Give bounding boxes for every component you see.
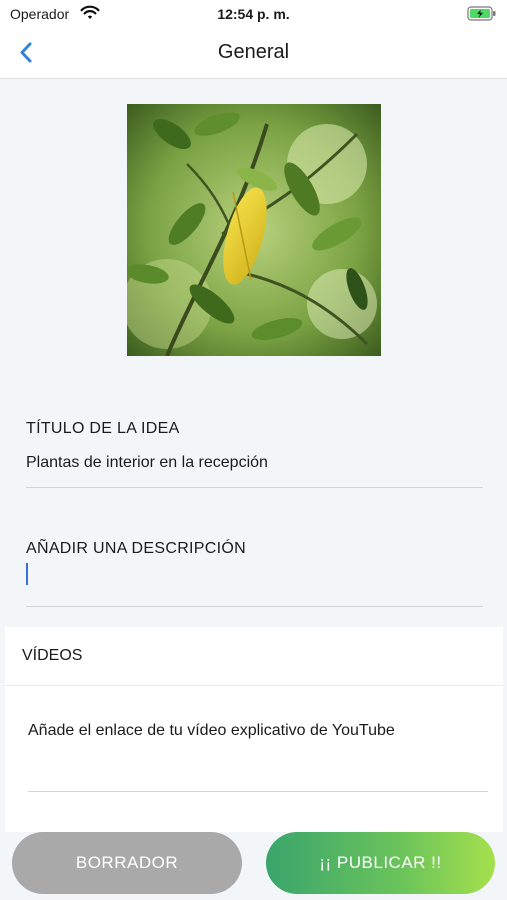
video-link-divider: [28, 791, 488, 792]
page-title: General: [217, 41, 290, 63]
description-divider: [26, 606, 483, 607]
status-time: 12:54 p. m.: [217, 6, 290, 22]
text-cursor: [26, 563, 28, 585]
videos-section: VÍDEOS: [5, 627, 503, 832]
idea-title-input[interactable]: Plantas de interior en la recepción: [26, 454, 268, 472]
battery-charging-icon: [467, 6, 496, 21]
idea-image[interactable]: [127, 104, 381, 356]
description-label: AÑADIR UNA DESCRIPCIÓN: [26, 540, 246, 557]
title-divider: [26, 487, 483, 488]
status-bar: Operador 12:54 p. m.: [0, 0, 507, 28]
idea-title-label: TÍTULO DE LA IDEA: [26, 420, 180, 437]
videos-header: VÍDEOS: [5, 627, 503, 686]
youtube-link-input[interactable]: [28, 722, 488, 740]
videos-title: VÍDEOS: [22, 647, 83, 664]
navigation-bar: General: [0, 28, 507, 79]
description-input[interactable]: [26, 565, 483, 589]
draft-button[interactable]: BORRADOR: [12, 832, 242, 894]
publish-button[interactable]: ¡¡ PUBLICAR !!: [266, 832, 495, 894]
